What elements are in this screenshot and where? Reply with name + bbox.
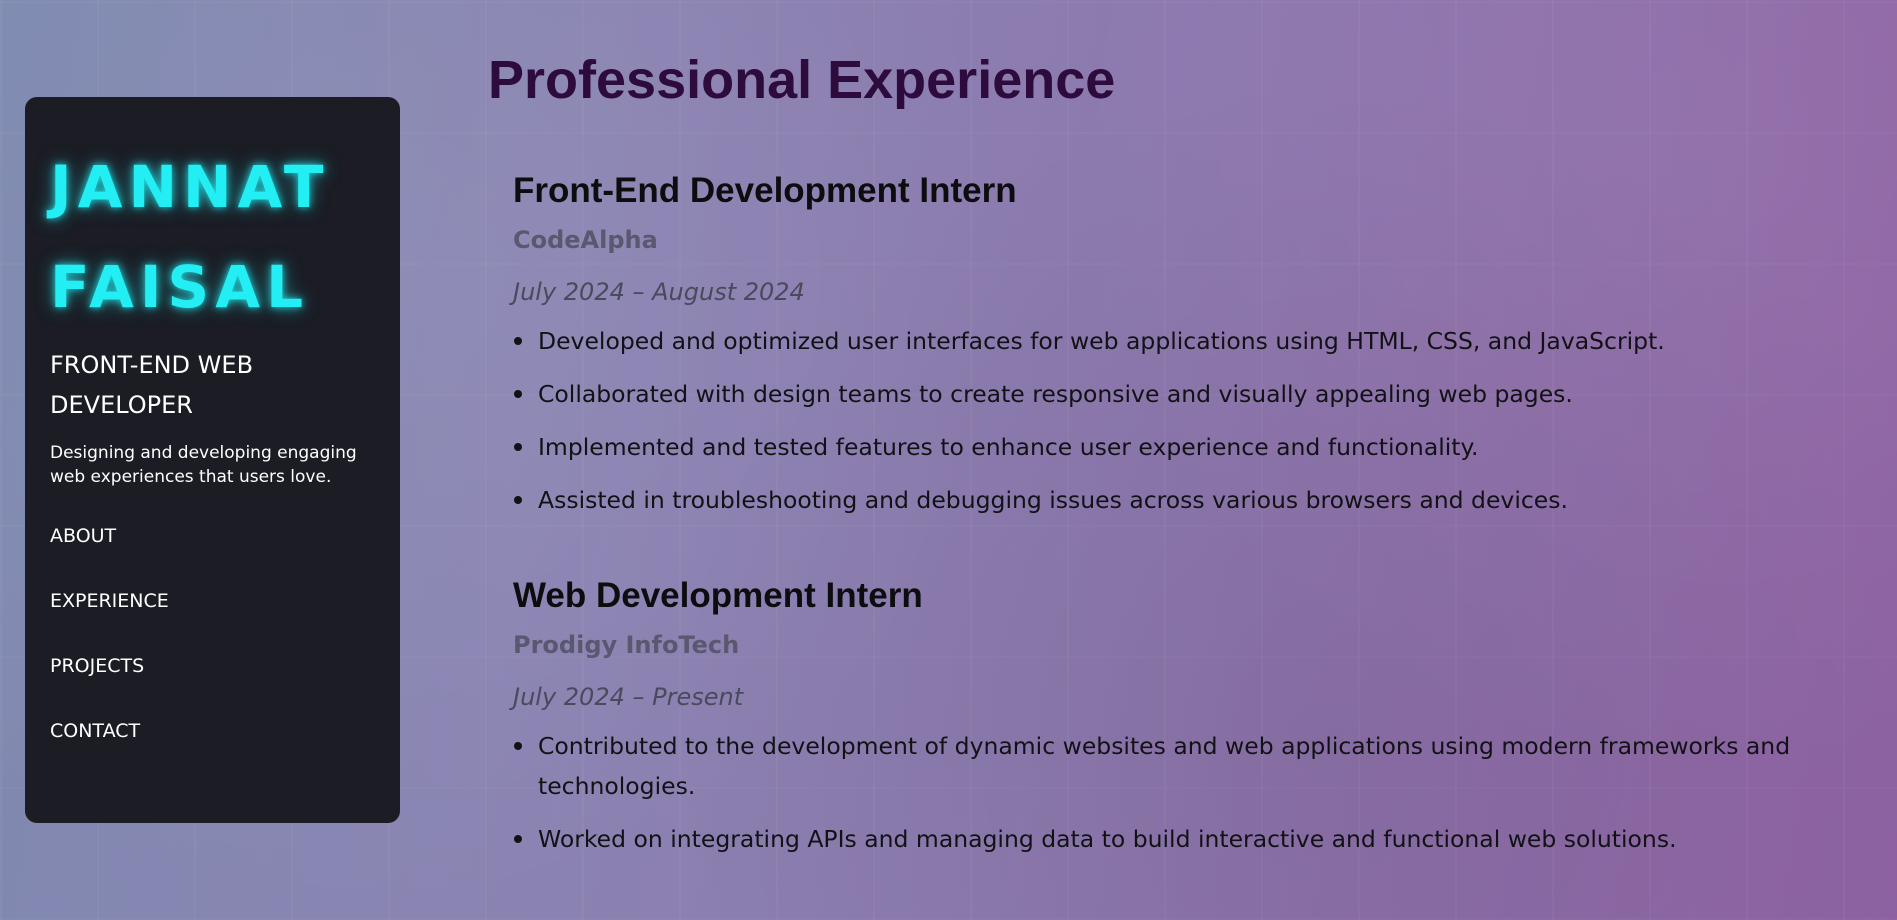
profile-name-first: JANNAT <box>50 153 330 221</box>
nav-link-contact[interactable]: CONTACT <box>50 720 375 785</box>
job-duty-item: Assisted in troubleshooting and debuggin… <box>513 480 1868 520</box>
profile-tagline: Designing and developing engaging web ex… <box>50 443 357 487</box>
job-title: Front-End Development Intern <box>513 171 1017 210</box>
job-duties-list: Developed and optimized user interfaces … <box>513 321 1868 520</box>
job-duty-item: Worked on integrating APIs and managing … <box>513 819 1868 859</box>
job-duty-item: Implemented and tested features to enhan… <box>513 427 1868 467</box>
job-dates: July 2024 – August 2024 <box>513 278 805 306</box>
job-entry: Web Development Intern Prodigy InfoTech … <box>513 574 1868 859</box>
profile-name-last: FAISAL <box>50 253 310 321</box>
sidebar: JANNAT FAISAL FRONT-END WEB DEVELOPER De… <box>25 97 400 823</box>
job-duty-item: Developed and optimized user interfaces … <box>513 321 1868 361</box>
job-dates: July 2024 – Present <box>513 683 744 711</box>
job-duty-item: Contributed to the development of dynami… <box>513 726 1868 806</box>
nav-link-experience[interactable]: EXPERIENCE <box>50 590 375 655</box>
main-content: Professional Experience Front-End Develo… <box>488 0 1868 872</box>
job-entry: Front-End Development Intern CodeAlpha J… <box>513 169 1868 520</box>
job-duties-list: Contributed to the development of dynami… <box>513 726 1868 859</box>
job-company: Prodigy InfoTech <box>513 631 740 659</box>
page-title: Professional Experience <box>488 50 1116 110</box>
profile-name: JANNAT FAISAL <box>50 137 375 337</box>
job-title: Web Development Intern <box>513 576 923 615</box>
sidebar-nav: ABOUT EXPERIENCE PROJECTS CONTACT <box>50 525 375 785</box>
job-company: CodeAlpha <box>513 226 658 254</box>
nav-link-projects[interactable]: PROJECTS <box>50 655 375 720</box>
profile-role: FRONT-END WEB DEVELOPER <box>50 351 254 419</box>
job-duty-item: Collaborated with design teams to create… <box>513 374 1868 414</box>
nav-link-about[interactable]: ABOUT <box>50 525 375 590</box>
